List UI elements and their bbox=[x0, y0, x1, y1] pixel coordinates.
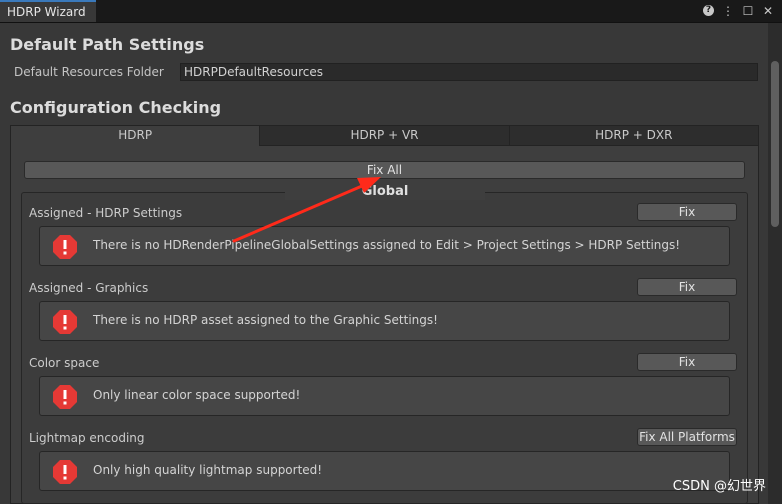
error-message-box: There is no HDRenderPipelineGlobalSettin… bbox=[39, 226, 730, 266]
check-label-graphics: Assigned - Graphics bbox=[29, 281, 149, 295]
global-group-title: Global bbox=[285, 184, 485, 200]
default-path-title: Default Path Settings bbox=[10, 35, 205, 54]
config-checking-title: Configuration Checking bbox=[10, 98, 222, 117]
error-stop-icon bbox=[53, 310, 77, 334]
resources-folder-label: Default Resources Folder bbox=[14, 65, 164, 79]
fix-all-platforms-button[interactable]: Fix All Platforms bbox=[637, 428, 737, 446]
error-message-text: There is no HDRenderPipelineGlobalSettin… bbox=[93, 238, 681, 252]
check-label-color-space: Color space bbox=[29, 356, 100, 370]
error-message-box: Only high quality lightmap supported! bbox=[39, 451, 730, 491]
error-stop-icon bbox=[53, 235, 77, 259]
more-options-icon[interactable]: ⋮ bbox=[722, 3, 734, 19]
title-bar: HDRP Wizard ? ⋮ ☐ ✕ bbox=[0, 0, 782, 23]
resources-folder-field[interactable]: HDRPDefaultResources bbox=[180, 63, 758, 81]
fix-hdrp-settings-button[interactable]: Fix bbox=[637, 203, 737, 221]
fix-color-space-button[interactable]: Fix bbox=[637, 353, 737, 371]
tab-hdrp-dxr[interactable]: HDRP + DXR bbox=[508, 126, 758, 146]
tab-hdrp-vr[interactable]: HDRP + VR bbox=[259, 126, 509, 146]
window-tab[interactable]: HDRP Wizard bbox=[0, 0, 96, 22]
error-stop-icon bbox=[53, 385, 77, 409]
watermark: CSDN @幻世界 bbox=[672, 479, 766, 494]
tab-hdrp[interactable]: HDRP bbox=[11, 126, 260, 146]
error-message-text: Only high quality lightmap supported! bbox=[93, 463, 323, 477]
fix-graphics-button[interactable]: Fix bbox=[637, 278, 737, 296]
error-message-box: There is no HDRP asset assigned to the G… bbox=[39, 301, 730, 341]
fix-all-button[interactable]: Fix All bbox=[24, 161, 745, 179]
close-icon[interactable]: ✕ bbox=[762, 3, 774, 19]
check-label-hdrp-settings: Assigned - HDRP Settings bbox=[29, 206, 183, 220]
help-icon[interactable]: ? bbox=[703, 5, 714, 16]
scrollbar-thumb[interactable] bbox=[771, 61, 779, 227]
check-label-lightmap-encoding: Lightmap encoding bbox=[29, 431, 145, 445]
window-controls: ? ⋮ ☐ ✕ bbox=[703, 3, 774, 19]
error-message-text: Only linear color space supported! bbox=[93, 388, 301, 402]
vertical-scrollbar[interactable] bbox=[768, 23, 782, 504]
maximize-icon[interactable]: ☐ bbox=[742, 3, 754, 19]
error-message-box: Only linear color space supported! bbox=[39, 376, 730, 416]
config-tab-bar: HDRP HDRP + VR HDRP + DXR bbox=[11, 126, 758, 146]
error-message-text: There is no HDRP asset assigned to the G… bbox=[93, 313, 438, 327]
error-stop-icon bbox=[53, 460, 77, 484]
